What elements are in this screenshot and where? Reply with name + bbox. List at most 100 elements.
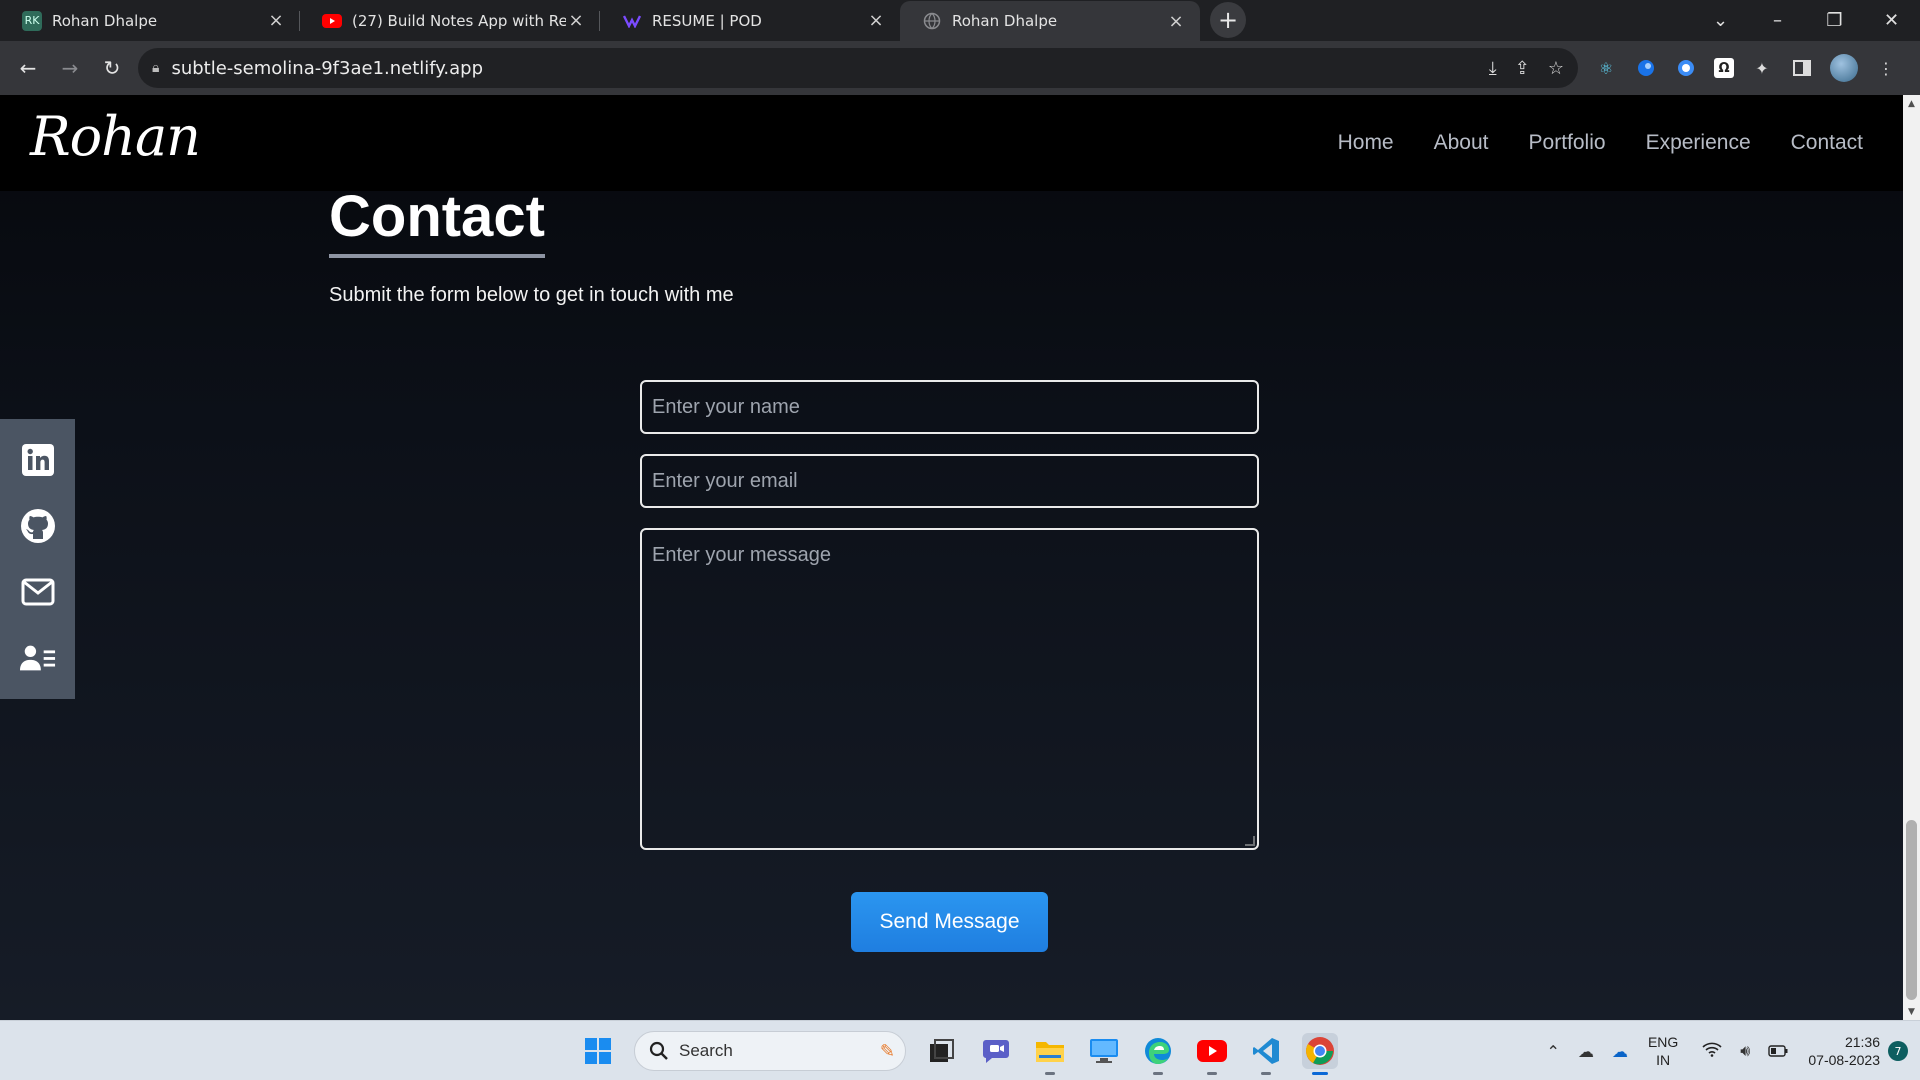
status-icons[interactable]: 🔊︎: [1702, 1041, 1788, 1061]
teams-chat-icon[interactable]: [978, 1033, 1014, 1069]
extension-omega-icon[interactable]: Ω: [1714, 58, 1734, 78]
mail-icon[interactable]: [20, 574, 56, 610]
extension-blue-icon[interactable]: [1634, 56, 1658, 80]
lock-icon[interactable]: 🔒︎: [152, 60, 159, 76]
youtube-app-icon[interactable]: [1194, 1033, 1230, 1075]
linkedin-icon[interactable]: [20, 442, 56, 478]
globe-icon: [922, 11, 942, 31]
browser-tab[interactable]: RK Rohan Dhalpe ×: [0, 0, 300, 41]
running-indicator: [1312, 1072, 1328, 1075]
back-icon[interactable]: ←: [8, 48, 48, 88]
minimize-icon[interactable]: –: [1749, 10, 1806, 31]
contact-heading: Contact: [329, 183, 545, 258]
region-code: IN: [1656, 1052, 1671, 1068]
file-explorer-icon[interactable]: [1032, 1033, 1068, 1075]
language-indicator[interactable]: ENG IN: [1648, 1033, 1678, 1069]
running-indicator: [1045, 1072, 1055, 1075]
close-window-icon[interactable]: ✕: [1863, 10, 1920, 31]
nav-about[interactable]: About: [1434, 131, 1489, 155]
chevron-up-icon[interactable]: ⌃: [1547, 1042, 1560, 1061]
cloud-icon[interactable]: ☁: [1578, 1042, 1594, 1061]
system-tray: ⌃ ☁ ☁ ENG IN 🔊︎ 21:36 07-08-2023 7: [1547, 1021, 1920, 1080]
social-sidebar: [0, 419, 75, 699]
clock-date: 07-08-2023: [1808, 1052, 1880, 1068]
textarea-resize-handle[interactable]: [1245, 836, 1255, 846]
profile-avatar[interactable]: [1830, 54, 1858, 82]
browser-tab-strip: RK Rohan Dhalpe × (27) Build Notes App w…: [0, 0, 1920, 41]
battery-icon: [1768, 1042, 1788, 1061]
nav-portfolio[interactable]: Portfolio: [1529, 131, 1606, 155]
language-code: ENG: [1647, 1034, 1679, 1050]
windows-start-icon[interactable]: [580, 1033, 616, 1069]
close-tab-icon[interactable]: ×: [866, 10, 886, 31]
nav-contact[interactable]: Contact: [1791, 131, 1863, 155]
page-scrollbar[interactable]: ▲ ▼: [1903, 95, 1920, 1020]
tab-title: (27) Build Notes App with React.js: [352, 11, 566, 30]
name-input[interactable]: [640, 380, 1259, 434]
pod-icon: [622, 11, 642, 31]
close-tab-icon[interactable]: ×: [266, 10, 286, 31]
message-textarea[interactable]: [640, 528, 1259, 850]
desktop-app-icon[interactable]: [1086, 1033, 1122, 1069]
install-app-icon[interactable]: ⤓: [1489, 58, 1497, 79]
tab-favicon: RK: [22, 10, 42, 31]
side-panel-icon[interactable]: [1790, 56, 1814, 80]
chrome-menu-icon[interactable]: ⋮: [1874, 56, 1898, 80]
browser-tab[interactable]: (27) Build Notes App with React.js ×: [300, 0, 600, 41]
running-indicator: [1261, 1072, 1271, 1075]
close-tab-icon[interactable]: ×: [1166, 11, 1186, 32]
scroll-down-icon[interactable]: ▼: [1903, 1003, 1920, 1020]
extensions-puzzle-icon[interactable]: ✦: [1750, 56, 1774, 80]
extensions-area: ⚛ Ω ✦ ⋮: [1594, 48, 1898, 88]
restore-icon[interactable]: ❐: [1806, 10, 1863, 31]
email-input[interactable]: [640, 454, 1259, 508]
scroll-up-icon[interactable]: ▲: [1903, 95, 1920, 112]
running-indicator: [1153, 1072, 1163, 1075]
reload-icon[interactable]: ↻: [92, 48, 132, 88]
nav-home[interactable]: Home: [1338, 131, 1394, 155]
site-header: Rohan Home About Portfolio Experience Co…: [0, 95, 1903, 191]
tab-title: RESUME | POD: [652, 11, 762, 30]
system-clock[interactable]: 21:36 07-08-2023: [1808, 1033, 1880, 1069]
tab-title: Rohan Dhalpe: [952, 12, 1058, 30]
wifi-icon: [1702, 1041, 1722, 1061]
browser-toolbar: ← → ↻ 🔒︎ subtle-semolina-9f3ae1.netlify.…: [0, 41, 1920, 95]
chrome-icon[interactable]: [1302, 1033, 1338, 1075]
browser-tab[interactable]: RESUME | POD ×: [600, 0, 900, 41]
extension-ring-icon[interactable]: [1674, 56, 1698, 80]
task-view-icon[interactable]: [924, 1033, 960, 1069]
notification-badge[interactable]: 7: [1888, 1041, 1908, 1061]
url-text: subtle-semolina-9f3ae1.netlify.app: [171, 57, 483, 79]
clock-time: 21:36: [1844, 1034, 1880, 1050]
contact-subtitle: Submit the form below to get in touch wi…: [329, 284, 734, 306]
site-logo[interactable]: Rohan: [30, 105, 201, 168]
onedrive-icon[interactable]: ☁: [1612, 1042, 1628, 1061]
send-message-button[interactable]: Send Message: [851, 892, 1048, 952]
nav-experience[interactable]: Experience: [1646, 131, 1751, 155]
share-icon[interactable]: ⇪: [1515, 58, 1530, 79]
taskbar-apps: Search ✎: [580, 1021, 1338, 1080]
tab-search-icon[interactable]: ⌄: [1692, 10, 1749, 31]
taskbar-search[interactable]: Search ✎: [634, 1031, 906, 1071]
search-label: Search: [679, 1041, 733, 1060]
edge-browser-icon[interactable]: [1140, 1033, 1176, 1075]
forward-icon[interactable]: →: [50, 48, 90, 88]
bookmark-star-icon[interactable]: ☆: [1548, 58, 1564, 79]
youtube-icon: [322, 11, 342, 31]
web-page: Rohan Home About Portfolio Experience Co…: [0, 95, 1903, 1020]
browser-tab-active[interactable]: Rohan Dhalpe ×: [900, 1, 1200, 41]
site-nav: Home About Portfolio Experience Contact: [1338, 95, 1863, 191]
github-icon[interactable]: [20, 508, 56, 544]
omnibox-actions: ⤓ ⇪ ☆: [1489, 48, 1564, 88]
windows-taskbar: Search ✎ ⌃ ☁ ☁ ENG IN 🔊︎ 21:36 07-08-202…: [0, 1020, 1920, 1080]
react-devtools-icon[interactable]: ⚛: [1594, 56, 1618, 80]
window-controls: ⌄ – ❐ ✕: [1692, 0, 1920, 41]
new-tab-button[interactable]: +: [1210, 2, 1246, 38]
resume-icon[interactable]: [19, 640, 56, 676]
search-highlight-icon: ✎: [879, 1040, 895, 1061]
volume-icon: 🔊︎: [1740, 1041, 1751, 1060]
scrollbar-thumb[interactable]: [1906, 820, 1917, 1000]
close-tab-icon[interactable]: ×: [566, 10, 586, 31]
vscode-icon[interactable]: [1248, 1033, 1284, 1075]
address-bar[interactable]: 🔒︎ subtle-semolina-9f3ae1.netlify.app ⤓ …: [138, 48, 1578, 88]
